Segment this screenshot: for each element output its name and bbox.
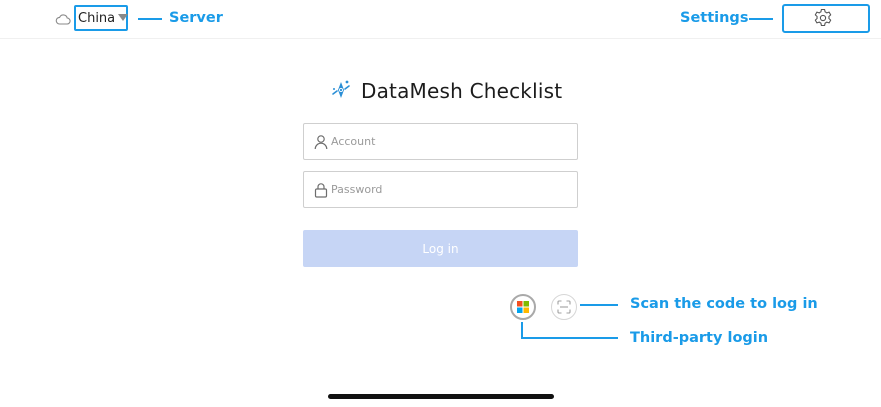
password-field[interactable] xyxy=(303,171,578,208)
app-title: DataMesh Checklist xyxy=(361,79,563,103)
settings-callout-line xyxy=(749,18,773,20)
scan-code-button[interactable] xyxy=(551,294,577,320)
settings-callout: Settings xyxy=(680,10,749,26)
password-input[interactable] xyxy=(331,172,571,207)
third-party-callout-line xyxy=(521,337,618,339)
account-input[interactable] xyxy=(331,124,571,159)
server-callout: Server xyxy=(169,10,223,26)
gear-icon[interactable] xyxy=(813,8,833,28)
login-button[interactable]: Log in xyxy=(303,230,578,267)
user-icon xyxy=(314,135,328,150)
header-divider xyxy=(0,38,881,39)
cloud-icon xyxy=(55,14,71,25)
scan-callout: Scan the code to log in xyxy=(630,296,818,312)
third-party-login-button[interactable] xyxy=(510,294,536,320)
home-indicator[interactable] xyxy=(328,394,554,399)
lock-icon xyxy=(314,183,328,198)
scan-code-icon xyxy=(557,300,571,314)
server-value: China xyxy=(78,11,116,26)
microsoft-icon xyxy=(517,301,529,313)
chevron-down-icon[interactable] xyxy=(118,14,128,21)
third-party-callout: Third-party login xyxy=(630,330,769,346)
server-callout-line xyxy=(138,18,162,20)
account-field[interactable] xyxy=(303,123,578,160)
scan-callout-line xyxy=(580,304,618,306)
datamesh-logo-icon xyxy=(332,80,350,98)
